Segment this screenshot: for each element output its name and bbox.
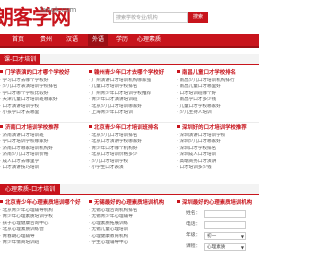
list-item[interactable]: 北京口才演讲学校哪家好 <box>89 139 142 145</box>
phone-label: 电话： <box>186 222 201 227</box>
article-box: 济南口才培训学校推荐 济南演讲口才培训班 学口才培训学校哪家好 济南口才哪家培训… <box>0 124 84 170</box>
list-item[interactable]: 北京口才培训价格多少 <box>89 152 142 158</box>
section-tab-eloquence[interactable]: 课-口才培训 <box>0 54 41 65</box>
chevron-down-icon: ▼ <box>240 234 244 239</box>
bullet-icon <box>177 125 180 128</box>
grade-label: 年级： <box>186 233 201 238</box>
nav-item-home[interactable]: 首页 <box>8 34 28 46</box>
nav-item-psychology[interactable]: 心理素质 <box>134 34 164 46</box>
grade-value: 初一 <box>207 234 217 239</box>
box-title[interactable]: 深圳好的口才培训学校推荐 <box>177 124 247 132</box>
list-item[interactable]: 无锡青少年心理辅导 <box>89 214 137 220</box>
article-box: 无锡最好的心理素质培训机构 无锡心理咨询机构排名 无锡青少年心理辅导 心理素质拓… <box>89 199 173 262</box>
bullet-icon <box>0 70 3 73</box>
name-field[interactable] <box>204 210 246 218</box>
article-box: 门学表演的口才哪个学校好 学习口才去哪个学校好 少儿口才表演培训学校排名 学口才… <box>0 69 84 119</box>
list-item[interactable]: 天津儿童口才培训班哪家好 <box>0 97 57 103</box>
list-item[interactable]: 口才培训多少钱 <box>177 165 225 171</box>
list-item[interactable]: 口才演讲技巧培训 <box>0 165 53 171</box>
search-input[interactable]: 搜索学校专业/机构 <box>113 12 188 23</box>
article-list: 无锡心理咨询机构排名 无锡青少年心理辅导 心理素质拓展训练 无锡儿童心理培训 心… <box>89 208 137 246</box>
article-box: 深圳好的口才培训学校推荐 深圳演讲口才培训学校 深圳少儿口才哪家好 深圳口才学校… <box>177 124 259 170</box>
article-list: 北京少儿口才培训排名 北京口才演讲学校哪家好 青少年口才哪个机构好 北京口才培训… <box>89 133 142 171</box>
list-item[interactable]: 上海青少年口才培训 <box>89 110 151 116</box>
list-item[interactable]: 学生心理辅导中心 <box>89 240 137 246</box>
phone-field[interactable] <box>204 221 246 229</box>
article-list: 学习口才去哪个学校好 少儿口才表演培训学校排名 学口才哪个学校比较好 天津儿童口… <box>0 78 58 116</box>
nav-item-guizhou[interactable]: 贵州 <box>36 34 56 46</box>
box-title[interactable]: 北京青少年口才培训班排名 <box>89 124 159 132</box>
form-row-grade: 年级： 初一 ▼ <box>186 231 246 241</box>
list-item[interactable]: 青少年心理素质培训学校 <box>0 214 53 220</box>
bullet-icon <box>0 200 3 203</box>
course-value: 心理素质 <box>207 245 226 250</box>
list-item[interactable]: 青少年情商培训班 <box>0 240 53 246</box>
main-nav: 首页 贵州 汉语 外语 学历 心理素质 <box>0 34 259 48</box>
box-title[interactable]: 济南口才培训学校推荐 <box>0 124 59 132</box>
article-box: 赣州青少年口才去哪个学校好 广州演讲口才培训机构哪家强 儿童口才培训学校排名 广… <box>89 69 173 119</box>
section-header-psychology: 心理素质-口才培训 <box>0 184 259 195</box>
course-label: 课程： <box>186 244 201 249</box>
course-select[interactable]: 心理素质 ▼ <box>204 243 246 251</box>
bullet-icon <box>89 125 92 128</box>
form-row-phone: 电话： <box>186 220 246 230</box>
article-list: 深圳演讲口才培训学校 深圳少儿口才哪家好 深圳口才学校排名 深圳成人口才培训 高… <box>177 133 225 171</box>
section-header-eloquence: 课-口才培训 <box>0 54 259 65</box>
bullet-icon <box>177 70 180 73</box>
box-title[interactable]: 无锡最好的心理素质培训机构 <box>89 199 164 207</box>
list-item[interactable]: 学口才培训学校哪家好 <box>0 139 53 145</box>
list-item[interactable]: 济南少儿口才培训价格 <box>0 152 53 158</box>
site-header: 朗客学网 langk.com 搜索学校专业/机构 搜索 <box>0 0 259 34</box>
grade-select[interactable]: 初一 ▼ <box>204 232 246 240</box>
section-tab-psychology[interactable]: 心理素质-口才培训 <box>0 184 61 195</box>
divider <box>0 122 259 123</box>
nav-item-foreign[interactable]: 外语 <box>88 34 108 46</box>
article-box: 北京青少年口才培训班排名 北京少儿口才培训排名 北京口才演讲学校哪家好 青少年口… <box>89 124 173 170</box>
article-box: 南昌儿童口才学校排名 南昌少儿口才培训机构排行 南昌儿童口才哪里好 口才培训班哪… <box>177 69 259 119</box>
box-title[interactable]: 门学表演的口才哪个学校好 <box>0 69 70 77</box>
bullet-icon <box>0 125 3 128</box>
logo-subtitle: langk.com <box>40 6 77 14</box>
box-title[interactable]: 赣州青少年口才去哪个学校好 <box>89 69 164 77</box>
box-title[interactable]: 北京青少年心理素质培训哪个好 <box>0 199 80 207</box>
article-list: 北京青少年心理辅导机构 青少年心理素质培训学校 孩子心理健康咨询中心 北京心理素… <box>0 208 53 246</box>
article-box: 深圳最好的心理素质培训机构 <box>177 199 259 209</box>
search-button[interactable]: 搜索 <box>188 12 208 23</box>
article-list: 广州演讲口才培训机构哪家强 儿童口才培训学校排名 广州青少年口才培训学校推荐 青… <box>89 78 151 116</box>
bullet-icon <box>177 200 180 203</box>
article-list: 南昌少儿口才培训机构排行 南昌儿童口才哪里好 口才培训班哪个好 南昌学口才多少钱… <box>177 78 235 116</box>
name-label: 姓名： <box>186 211 201 216</box>
box-title[interactable]: 深圳最好的心理素质培训机构 <box>177 199 252 207</box>
article-list: 济南演讲口才培训班 学口才培训学校哪家好 济南口才哪家培训机构好 济南少儿口才培… <box>0 133 53 171</box>
bullet-icon <box>89 200 92 203</box>
box-title[interactable]: 南昌儿童口才学校排名 <box>177 69 236 77</box>
bullet-icon <box>89 70 92 73</box>
list-item[interactable]: 小孩学口才去哪里 <box>0 110 58 116</box>
list-item[interactable]: 深圳少儿口才哪家好 <box>177 139 225 145</box>
article-box: 北京青少年心理素质培训哪个好 北京青少年心理辅导机构 青少年心理素质培训学校 孩… <box>0 199 84 262</box>
list-item[interactable]: 少儿口才表演培训学校排名 <box>0 84 57 90</box>
list-item[interactable]: 少儿主持人培训 <box>177 110 235 116</box>
nav-item-degree[interactable]: 学历 <box>112 34 132 46</box>
nav-item-chinese[interactable]: 汉语 <box>62 34 82 46</box>
chevron-down-icon: ▼ <box>240 245 244 250</box>
list-item[interactable]: 小学生口才表演 <box>89 165 142 171</box>
form-row-course: 课程： 心理素质 ▼ <box>186 242 246 252</box>
form-row-name: 姓名： <box>186 209 246 219</box>
